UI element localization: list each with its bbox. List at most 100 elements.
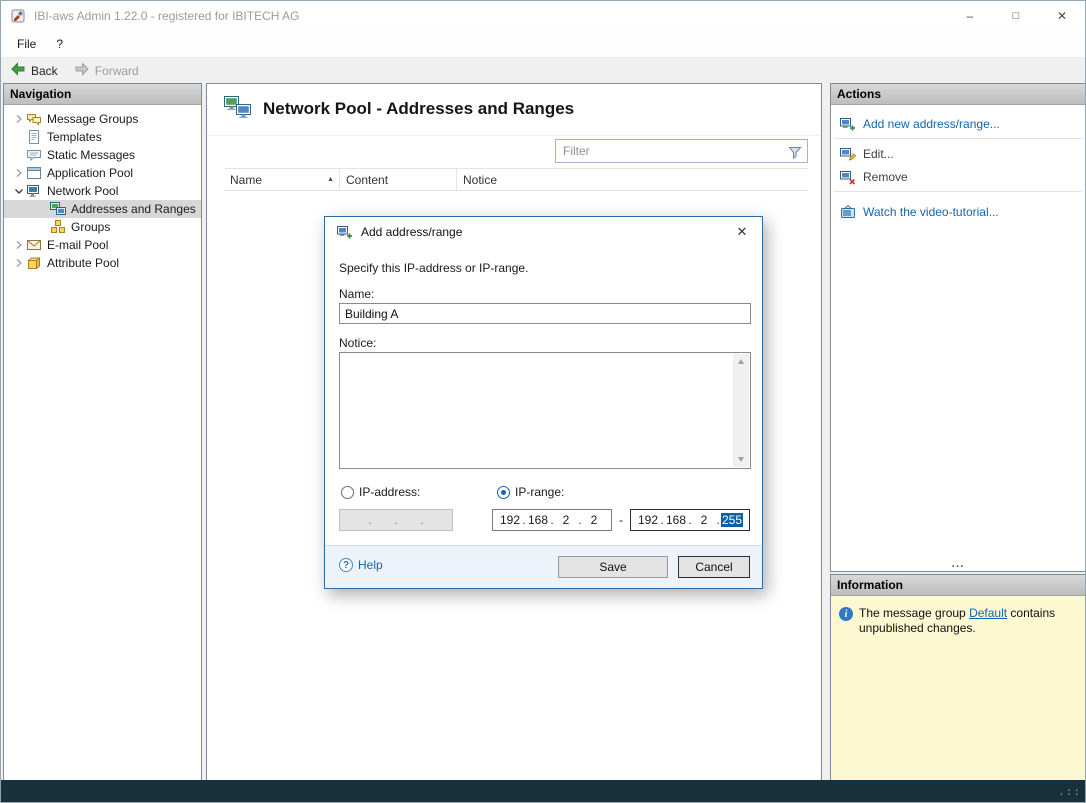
ip-range-radio-group[interactable]: IP-range:	[497, 485, 564, 499]
ip-range-radio-label: IP-range:	[515, 485, 564, 499]
scrollbar-up-icon[interactable]	[733, 354, 749, 369]
menu-file[interactable]: File	[7, 33, 46, 55]
sidebar-item-attribute-pool[interactable]: Attribute Pool	[4, 254, 201, 272]
addresses-and-ranges-icon	[50, 201, 66, 217]
chevron-right-icon[interactable]	[12, 114, 26, 124]
static-messages-icon	[26, 147, 42, 163]
maximize-button[interactable]: □	[993, 1, 1039, 31]
help-label: Help	[358, 558, 383, 572]
attribute-pool-icon	[26, 255, 42, 271]
sidebar-item-addresses-and-ranges[interactable]: Addresses and Ranges	[4, 200, 201, 218]
save-button[interactable]: Save	[558, 556, 668, 578]
info-text-before: The message group	[859, 606, 969, 620]
range-dash: -	[614, 509, 628, 531]
navigation-panel: Navigation Message Groups Templates Stat…	[3, 83, 202, 781]
email-pool-icon	[26, 237, 42, 253]
information-message: The message group Default contains unpub…	[859, 606, 1077, 636]
ip-address-radio-group[interactable]: IP-address:	[341, 485, 420, 499]
remove-address-icon	[840, 169, 856, 185]
dialog-title: Add address/range	[361, 225, 462, 239]
resize-grip-icon[interactable]: .::	[1058, 785, 1081, 798]
forward-arrow-icon	[74, 61, 90, 80]
actions-panel: Actions Add new address/range... Edit...…	[830, 83, 1086, 572]
dialog-description: Specify this IP-address or IP-range.	[339, 261, 528, 275]
sidebar-item-groups[interactable]: Groups	[4, 218, 201, 236]
forward-button[interactable]: Forward	[74, 61, 139, 80]
info-icon: i	[839, 607, 853, 621]
sidebar-item-message-groups[interactable]: Message Groups	[4, 110, 201, 128]
network-pool-icon	[26, 183, 42, 199]
status-bar: .::	[1, 780, 1085, 802]
action-watch-video-tutorial[interactable]: Watch the video-tutorial...	[831, 200, 1085, 223]
sidebar-item-label: Addresses and Ranges	[71, 202, 196, 216]
sidebar-item-label: Static Messages	[47, 148, 135, 162]
action-edit[interactable]: Edit...	[831, 142, 1085, 165]
dialog-title-bar[interactable]: Add address/range ✕	[325, 217, 762, 247]
back-label: Back	[31, 64, 58, 78]
action-remove[interactable]: Remove	[831, 165, 1085, 188]
back-button[interactable]: Back	[10, 61, 58, 80]
back-arrow-icon	[10, 61, 26, 80]
dialog-close-button[interactable]: ✕	[722, 217, 762, 247]
filter-input[interactable]	[556, 140, 807, 162]
network-pool-title-icon	[223, 95, 253, 124]
sidebar-item-label: Application Pool	[47, 166, 133, 180]
sidebar-item-static-messages[interactable]: Static Messages	[4, 146, 201, 164]
actions-overflow[interactable]: ...	[831, 556, 1085, 570]
information-body: i The message group Default contains unp…	[831, 596, 1085, 780]
chevron-right-icon[interactable]	[12, 258, 26, 268]
cancel-button[interactable]: Cancel	[678, 556, 750, 578]
menu-help[interactable]: ?	[46, 33, 73, 55]
column-header-notice[interactable]: Notice	[457, 169, 808, 190]
action-add-new-address-range[interactable]: Add new address/range...	[831, 112, 1085, 135]
chevron-right-icon[interactable]	[12, 240, 26, 250]
minimize-button[interactable]: –	[947, 1, 993, 31]
sidebar-item-label: Attribute Pool	[47, 256, 119, 270]
ip-range-from-input[interactable]: 192.168.2.2	[492, 509, 612, 531]
ip-address-radio[interactable]	[341, 486, 354, 499]
ip-address-radio-label: IP-address:	[359, 485, 420, 499]
dialog-footer: ? Help Save Cancel	[325, 545, 762, 588]
edit-address-icon	[840, 146, 856, 162]
filter-funnel-icon[interactable]	[788, 145, 802, 162]
notice-scrollbar[interactable]	[733, 354, 749, 467]
actions-divider	[834, 138, 1082, 139]
application-pool-icon	[26, 165, 42, 181]
actions-panel-header: Actions	[831, 84, 1085, 105]
column-header-content[interactable]: Content	[340, 169, 457, 190]
column-header-name[interactable]: Name ▲	[224, 169, 340, 190]
action-label: Edit...	[863, 147, 894, 161]
ip-range-radio[interactable]	[497, 486, 510, 499]
name-input[interactable]	[339, 303, 751, 324]
ip-address-input: ...	[339, 509, 453, 531]
action-label: Remove	[863, 170, 908, 184]
sidebar-item-templates[interactable]: Templates	[4, 128, 201, 146]
scrollbar-down-icon[interactable]	[733, 452, 749, 467]
sidebar-item-email-pool[interactable]: E-mail Pool	[4, 236, 201, 254]
groups-icon	[50, 219, 66, 235]
default-message-group-link[interactable]: Default	[969, 606, 1007, 620]
forward-label: Forward	[95, 64, 139, 78]
chevron-right-icon[interactable]	[12, 168, 26, 178]
help-link[interactable]: ? Help	[339, 558, 383, 572]
sidebar-item-network-pool[interactable]: Network Pool	[4, 182, 201, 200]
chevron-down-icon[interactable]	[12, 186, 26, 196]
close-button[interactable]: ✕	[1039, 1, 1085, 31]
filter-box	[555, 139, 808, 163]
title-bar[interactable]: IBI-aws Admin 1.22.0 - registered for IB…	[1, 1, 1085, 31]
sidebar-item-label: E-mail Pool	[47, 238, 108, 252]
navigation-tree: Message Groups Templates Static Messages…	[4, 105, 201, 272]
ip-range-to-input[interactable]: 192.168.2.255	[630, 509, 750, 531]
actions-divider	[834, 191, 1082, 192]
sidebar-item-application-pool[interactable]: Application Pool	[4, 164, 201, 182]
sort-ascending-icon: ▲	[327, 176, 334, 183]
video-tutorial-icon	[840, 204, 856, 220]
app-window: IBI-aws Admin 1.22.0 - registered for IB…	[0, 0, 1086, 803]
title-divider	[207, 135, 821, 136]
page-title: Network Pool - Addresses and Ranges	[263, 99, 574, 119]
information-panel-header: Information	[831, 575, 1085, 596]
column-label: Name	[230, 173, 262, 187]
actions-list: Add new address/range... Edit... Remove …	[831, 105, 1085, 571]
add-address-icon	[840, 116, 856, 132]
notice-textarea[interactable]	[339, 352, 751, 469]
